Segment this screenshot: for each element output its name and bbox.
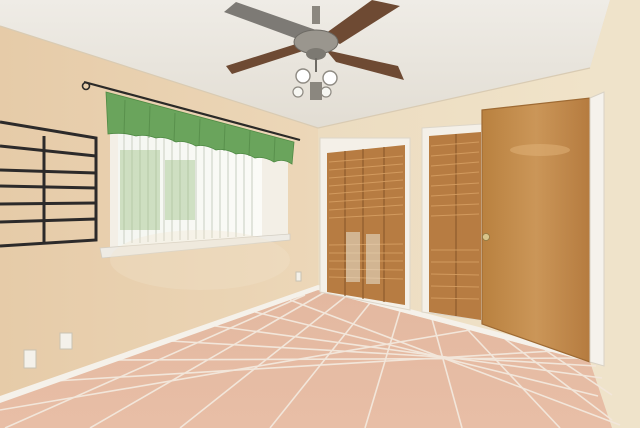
outlet-mid bbox=[59, 332, 73, 350]
outlet-small bbox=[295, 271, 302, 282]
door-frame bbox=[589, 91, 605, 367]
closet-louvered-doors[interactable] bbox=[319, 137, 411, 311]
outlet-left bbox=[23, 349, 37, 369]
closet-single-louvered[interactable] bbox=[421, 123, 483, 321]
window-greenery bbox=[120, 150, 195, 230]
door-knob[interactable] bbox=[482, 233, 490, 241]
bedroom-door[interactable] bbox=[481, 97, 591, 363]
bedroom-photo bbox=[0, 0, 640, 428]
